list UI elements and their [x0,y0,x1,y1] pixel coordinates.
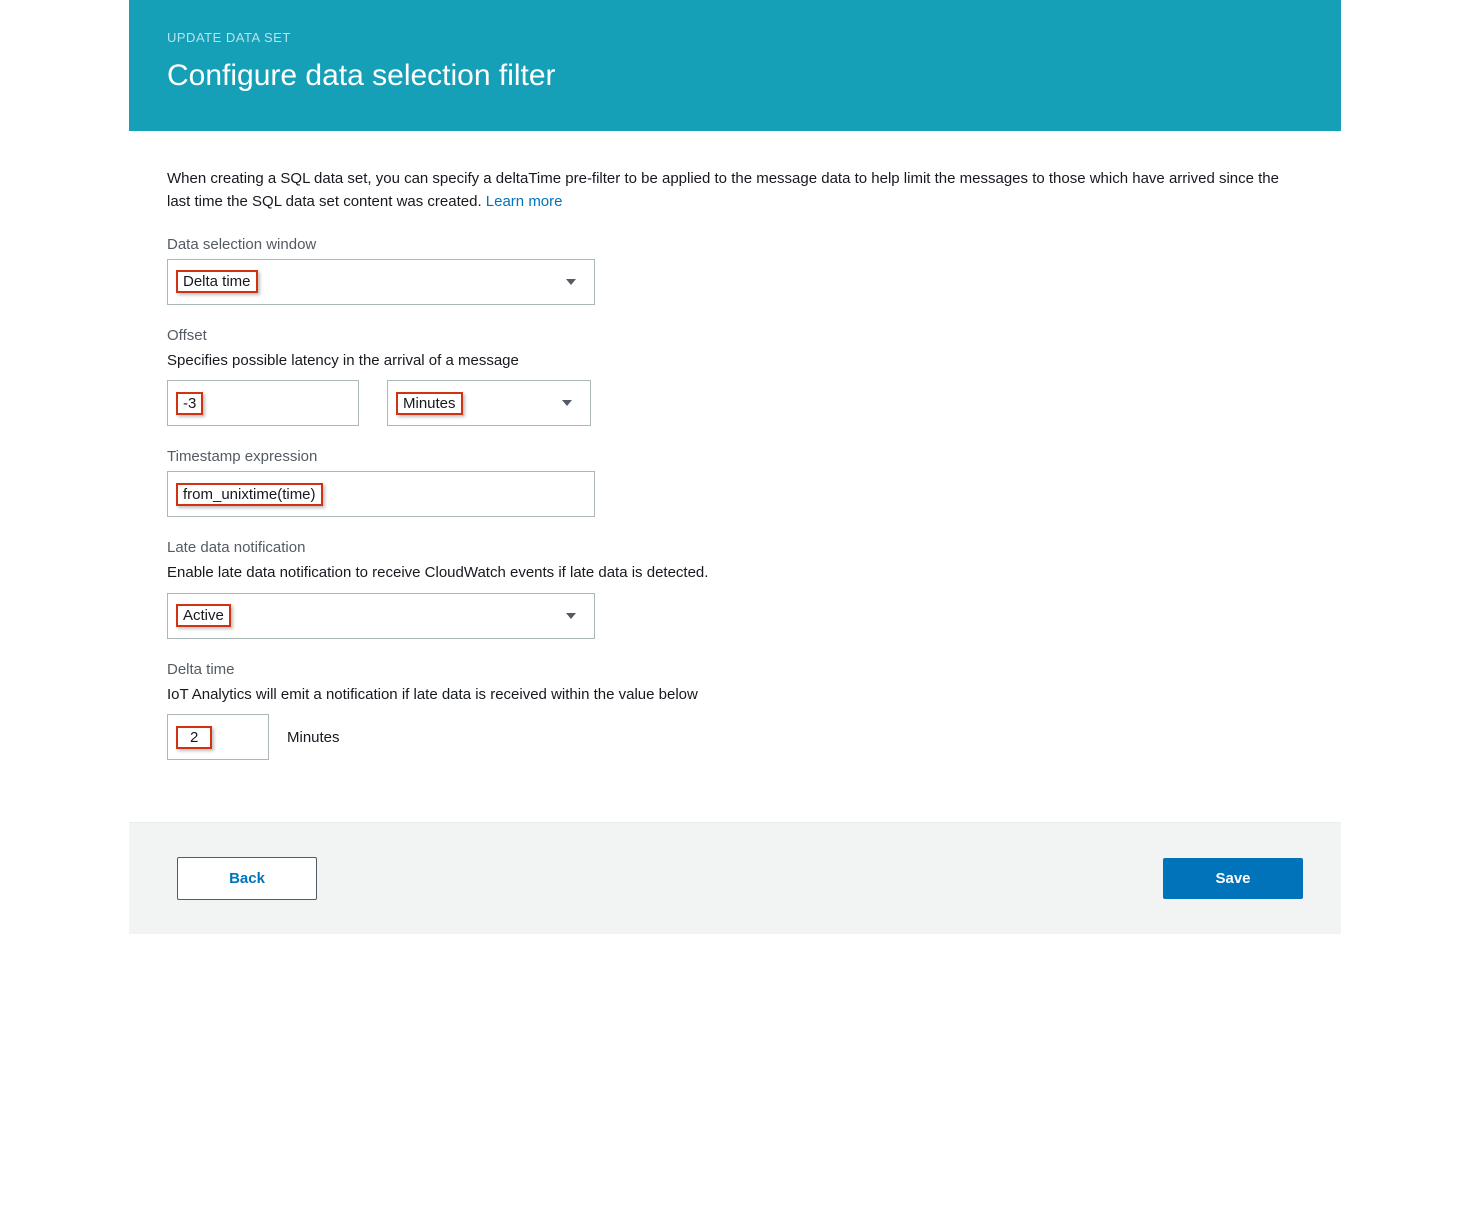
save-button[interactable]: Save [1163,858,1303,899]
learn-more-link[interactable]: Learn more [486,193,563,210]
selected-value-data-selection-window: Delta time [176,270,258,293]
field-delta-time: Delta time IoT Analytics will emit a not… [167,661,1303,761]
breadcrumb: UPDATE DATA SET [167,30,1303,45]
label-late-data-notification: Late data notification [167,539,1303,556]
input-timestamp-expression[interactable]: from_unixtime(time) [167,471,595,517]
delta-time-value: 2 [176,726,212,749]
delta-time-unit-label: Minutes [287,729,340,746]
input-delta-time-value[interactable]: 2 [167,714,269,760]
field-data-selection-window: Data selection window Delta time [167,236,1303,305]
page-title: Configure data selection filter [167,59,1303,93]
label-delta-time: Delta time [167,661,1303,678]
caret-down-icon [566,279,576,285]
label-data-selection-window: Data selection window [167,236,1303,253]
input-offset-value[interactable]: -3 [167,380,359,426]
select-late-data-notification[interactable]: Active [167,593,595,639]
page-header: UPDATE DATA SET Configure data selection… [129,0,1341,131]
page-footer: Back Save [129,822,1341,934]
late-data-notification-value: Active [176,604,231,627]
offset-value: -3 [176,392,203,415]
field-late-data-notification: Late data notification Enable late data … [167,539,1303,639]
offset-unit-value: Minutes [396,392,463,415]
label-offset: Offset [167,327,1303,344]
select-data-selection-window[interactable]: Delta time [167,259,595,305]
field-offset: Offset Specifies possible latency in the… [167,327,1303,427]
helper-late-data-notification: Enable late data notification to receive… [167,562,1303,585]
helper-delta-time: IoT Analytics will emit a notification i… [167,684,1303,707]
field-timestamp-expression: Timestamp expression from_unixtime(time) [167,448,1303,517]
timestamp-expression-value: from_unixtime(time) [176,483,323,506]
caret-down-icon [562,400,572,406]
back-button[interactable]: Back [177,857,317,900]
helper-offset: Specifies possible latency in the arriva… [167,350,1303,373]
label-timestamp-expression: Timestamp expression [167,448,1303,465]
main-content: When creating a SQL data set, you can sp… [129,131,1341,822]
intro-body: When creating a SQL data set, you can sp… [167,170,1279,210]
intro-text: When creating a SQL data set, you can sp… [167,167,1303,214]
caret-down-icon [566,613,576,619]
select-offset-unit[interactable]: Minutes [387,380,591,426]
